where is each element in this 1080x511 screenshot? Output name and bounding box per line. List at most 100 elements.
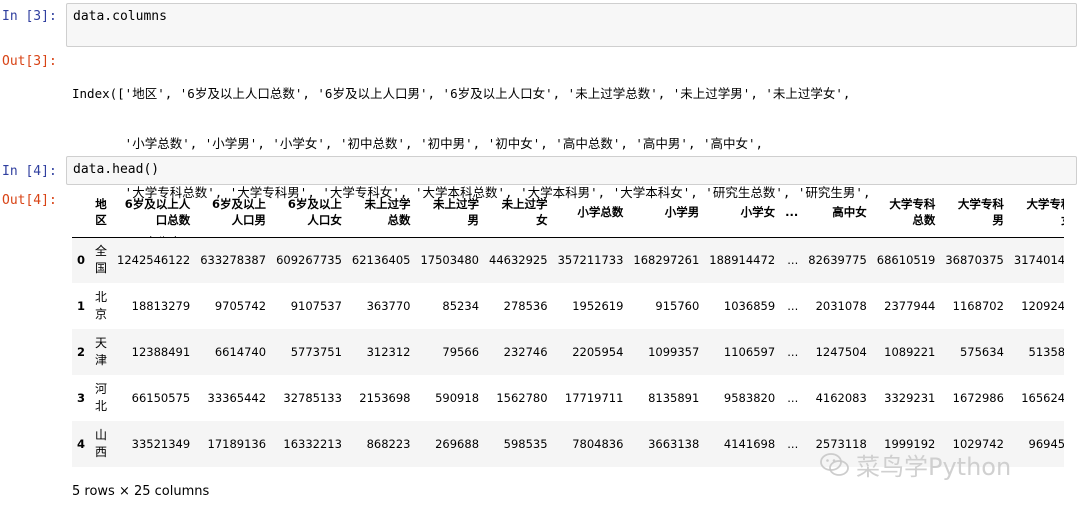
table-cell: 85234 [442,299,480,313]
table-cell: 17189136 [207,437,267,451]
column-header: 大学专科男 [940,187,1009,238]
table-cell: 17503480 [420,253,480,268]
table-cell: 9107537 [290,299,342,313]
table-cell: 62136405 [351,253,411,268]
table-cell: 1089221 [884,345,936,359]
dataframe-output[interactable]: 地区 6岁及以上人 口总数 6岁及以上 人口男 6岁及以上 人口女 未上过学 总数 未上… [72,187,1064,469]
table-cell: 2153698 [359,391,411,405]
table-cell: 357211733 [557,253,624,268]
table-cell: 9705742 [214,299,267,313]
column-header: 地区 [90,187,113,238]
column-header: 小学女 [704,187,781,238]
table-cell: 868223 [366,437,411,451]
row-index: 4 [77,437,86,451]
output-line: '小学总数', '小学男', '小学女', '初中总数', '初中男', '初中… [72,135,764,151]
table-cell: 2205954 [572,345,624,359]
table-cell: 44632925 [489,253,548,268]
table-cell: 633278387 [200,253,267,268]
column-header: 6岁及以上 人口男 [195,187,272,238]
table-cell: 363770 [366,299,411,313]
ellipsis-cell: ... [787,299,799,313]
table-cell: 312312 [366,345,411,359]
table-cell: 2031078 [815,299,867,313]
output-prompt-3: Out[3]: [2,54,57,69]
table-cell: 969450 [1028,437,1064,451]
code-text: data.columns [73,9,167,24]
column-header: 大学专科 总数 [871,187,941,238]
table-cell: 1242546122 [117,253,191,268]
table-cell: 1029742 [952,437,1004,451]
code-cell-4[interactable]: data.head() [66,156,1077,185]
table-cell: 33365442 [207,391,267,405]
output-prompt-4: Out[4]: [2,193,57,208]
column-header: 6岁及以上 人口女 [271,187,347,238]
table-cell: 7804836 [572,437,624,451]
column-header: 大学专科女 [1008,187,1064,238]
row-index: 2 [77,345,86,359]
column-header: 未上过学 总数 [346,187,416,238]
table-cell: 17719711 [564,391,624,405]
table-cell: 36870375 [945,253,1004,268]
input-prompt-4: In [4]: [2,164,57,179]
input-prompt-3: In [3]: [2,9,57,24]
table-cell: 8135891 [648,391,700,405]
region-cell: 山西 [95,428,108,459]
table-cell: 575634 [959,345,1004,359]
table-cell: 16332213 [283,437,342,451]
output-line: Index(['地区', '6岁及以上人口总数', '6岁及以上人口男', '6… [72,86,851,101]
table-cell: 2573118 [815,437,867,451]
table-cell: 915760 [655,299,700,313]
table-cell: 1168702 [952,299,1004,313]
column-header: 未上过学男 [415,187,485,238]
dataframe-shape: 5 rows × 25 columns [72,484,210,499]
region-cell: 河北 [95,382,108,413]
table-cell: 68610519 [876,253,936,268]
table-cell: 4162083 [815,391,867,405]
table-cell: 66150575 [131,391,191,405]
table-cell: 1952619 [572,299,624,313]
table-cell: 6614740 [214,345,267,359]
table-cell: 1999192 [884,437,936,451]
region-cell: 全国 [95,244,108,276]
table-cell: 9583820 [723,391,776,405]
table-cell: 1106597 [723,345,776,359]
table-cell: 168297261 [633,253,700,268]
table-cell: 3329231 [884,391,936,405]
table-row: 1 北京 18813279 9705742 9107537 363770 85234 2785… [72,283,1064,329]
table-cell: 1656245 [1021,391,1064,405]
row-index: 1 [77,299,86,313]
table-cell: 1562780 [496,391,548,405]
table-cell: 232746 [503,345,548,359]
column-header: 小学男 [628,187,705,238]
table-cell: 1036859 [723,299,776,313]
code-text: data.head() [73,162,160,177]
table-cell: 1209242 [1021,299,1064,313]
table-cell: 33521349 [131,437,191,451]
index-header [72,187,91,238]
table-cell: 609267735 [276,253,342,268]
code-cell-3[interactable]: data.columns [66,3,1077,47]
ellipsis-cell: ... [787,437,799,451]
ellipsis-cell: ... [787,391,799,405]
table-row: 0 全国 1242546122 633278387 609267735 62136405 1… [72,237,1064,283]
region-cell: 天津 [95,336,108,367]
table-cell: 18813279 [131,299,191,313]
table-cell: 269688 [435,437,480,451]
table-row: 3 河北 66150575 33365442 32785133 2153698 590918… [72,375,1064,421]
column-header: 6岁及以上人 口总数 [112,187,196,238]
ellipsis-cell: ... [787,253,799,268]
table-cell: 12388491 [131,345,191,359]
region-cell: 北京 [95,290,108,321]
table-cell: 278536 [503,299,548,313]
table-cell: 5773751 [290,345,342,359]
column-header: 高中女 [803,187,872,238]
column-header: 小学总数 [552,187,629,238]
dataframe-table: 地区 6岁及以上人 口总数 6岁及以上 人口男 6岁及以上 人口女 未上过学 总数 未上… [72,187,1064,467]
ellipsis-header: ... [780,187,804,238]
table-cell: 2377944 [884,299,936,313]
table-cell: 188914472 [709,253,776,268]
header-row: 地区 6岁及以上人 口总数 6岁及以上 人口男 6岁及以上 人口女 未上过学 总数 未上… [72,187,1064,238]
table-cell: 4141698 [723,437,776,451]
table-cell: 1099357 [648,345,700,359]
row-index: 3 [77,391,86,405]
